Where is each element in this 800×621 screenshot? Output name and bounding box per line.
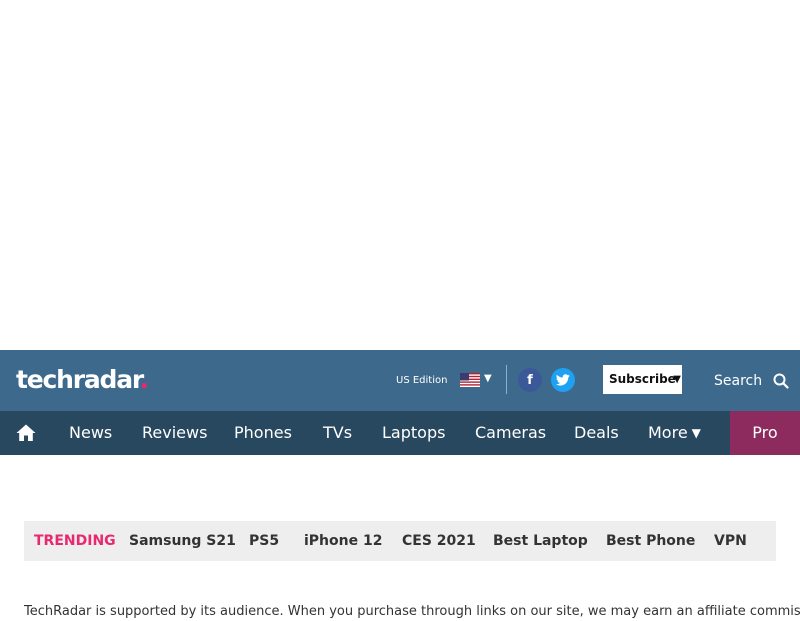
search-label: Search (714, 373, 763, 389)
nav-item-pro[interactable]: Pro (730, 411, 800, 455)
twitter-bird-icon (556, 374, 570, 386)
site-header: techradar. US Edition ▼ f Subscribe ▼ Se… (0, 350, 800, 411)
affiliate-disclaimer: TechRadar is supported by its audience. … (24, 604, 800, 619)
trending-item-iphone-12[interactable]: iPhone 12 (304, 521, 382, 561)
trending-item-best-phone[interactable]: Best Phone (606, 521, 695, 561)
trending-label: TRENDING (34, 533, 116, 549)
chevron-down-icon: ▼ (691, 426, 701, 440)
twitter-icon[interactable] (551, 368, 575, 392)
subscribe-caret: ▼ (673, 374, 681, 385)
nav-item-news[interactable]: News (69, 411, 112, 455)
nav-item-reviews[interactable]: Reviews (142, 411, 207, 455)
nav-item-phones[interactable]: Phones (234, 411, 292, 455)
nav-item-tvs[interactable]: TVs (323, 411, 352, 455)
nav-item-deals[interactable]: Deals (574, 411, 619, 455)
home-icon[interactable] (16, 423, 36, 443)
main-nav: News Reviews Phones TVs Laptops Cameras … (0, 411, 800, 455)
header-divider (506, 365, 507, 394)
edition-dropdown-caret[interactable]: ▼ (484, 372, 492, 386)
trending-item-vpn[interactable]: VPN (714, 521, 747, 561)
trending-item-ces-2021[interactable]: CES 2021 (402, 521, 476, 561)
facebook-glyph: f (527, 372, 533, 388)
techradar-logo[interactable]: techradar. (16, 364, 149, 396)
facebook-icon[interactable]: f (518, 368, 542, 392)
trending-item-ps5[interactable]: PS5 (249, 521, 279, 561)
trending-item-samsung-s21[interactable]: Samsung S21 (129, 521, 236, 561)
nav-item-laptops[interactable]: Laptops (382, 411, 445, 455)
trending-item-best-laptop[interactable]: Best Laptop (493, 521, 588, 561)
logo-text: techradar (16, 365, 141, 394)
trending-bar: TRENDING Samsung S21 PS5 iPhone 12 CES 2… (24, 521, 776, 561)
nav-item-more[interactable]: More ▼ (648, 411, 701, 455)
nav-more-label: More (648, 423, 688, 442)
logo-dot: . (139, 365, 149, 394)
subscribe-button[interactable]: Subscribe ▼ (603, 365, 682, 394)
us-flag-icon[interactable] (460, 373, 480, 387)
edition-label[interactable]: US Edition (396, 374, 447, 387)
search-button[interactable]: Search (714, 371, 789, 391)
search-icon (773, 373, 789, 389)
subscribe-label: Subscribe (609, 372, 676, 386)
nav-item-cameras[interactable]: Cameras (475, 411, 546, 455)
ad-space (0, 0, 800, 350)
